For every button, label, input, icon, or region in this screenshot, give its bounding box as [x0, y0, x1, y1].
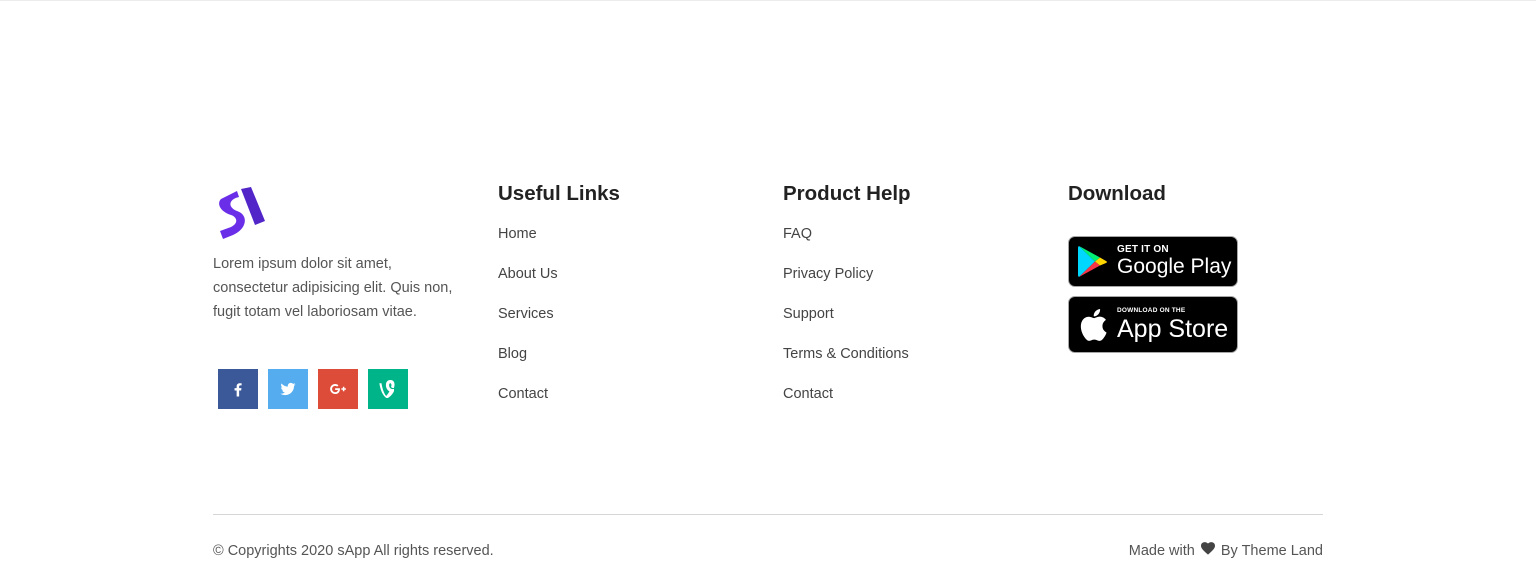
- link-contact[interactable]: Contact: [498, 384, 718, 424]
- product-help-title: Product Help: [783, 182, 911, 205]
- footer-divider: [213, 514, 1323, 515]
- google-play-button[interactable]: GET IT ON Google Play: [1068, 236, 1238, 287]
- product-help-list: FAQ Privacy Policy Support Terms & Condi…: [783, 224, 1003, 424]
- facebook-icon: [234, 383, 242, 397]
- useful-links-title: Useful Links: [498, 182, 620, 205]
- download-column: Download GET IT ON Google Play DOWNLOAD …: [1068, 180, 1238, 353]
- facebook-button[interactable]: [218, 369, 258, 409]
- apple-icon: [1069, 307, 1117, 343]
- social-links: [218, 369, 408, 409]
- vine-icon: [379, 380, 395, 398]
- about-text: Lorem ipsum dolor sit amet, consectetur …: [213, 256, 453, 320]
- heart-icon: [1200, 541, 1215, 561]
- made-with-credit: Made with By Theme Land: [1129, 541, 1323, 561]
- product-help-column: Product Help FAQ Privacy Policy Support …: [783, 180, 911, 402]
- made-with-suffix: By Theme Land: [1220, 543, 1323, 559]
- useful-links-list: Home About Us Services Blog Contact: [498, 224, 718, 424]
- brand-logo[interactable]: [211, 185, 267, 241]
- google-play-small-text: GET IT ON: [1117, 244, 1169, 255]
- useful-links-column: Useful Links Home About Us Services Blog…: [498, 180, 620, 402]
- twitter-icon: [280, 382, 296, 396]
- google-plus-icon: [330, 383, 346, 395]
- google-play-big-text: Google Play: [1117, 255, 1232, 278]
- app-store-big-text: App Store: [1117, 314, 1229, 343]
- link-services[interactable]: Services: [498, 304, 718, 344]
- link-faq[interactable]: FAQ: [783, 224, 1003, 264]
- link-blog[interactable]: Blog: [498, 344, 718, 384]
- app-store-small-text: DOWNLOAD ON THE: [1117, 306, 1186, 314]
- link-home[interactable]: Home: [498, 224, 718, 264]
- google-plus-button[interactable]: [318, 369, 358, 409]
- made-with-prefix: Made with: [1128, 543, 1195, 559]
- top-border: [0, 0, 1536, 1]
- link-terms-conditions[interactable]: Terms & Conditions: [783, 344, 1003, 384]
- google-play-icon: [1069, 245, 1117, 278]
- twitter-button[interactable]: [268, 369, 308, 409]
- link-support[interactable]: Support: [783, 304, 1003, 344]
- vine-button[interactable]: [368, 369, 408, 409]
- link-help-contact[interactable]: Contact: [783, 384, 1003, 424]
- app-store-button[interactable]: DOWNLOAD ON THE App Store: [1068, 296, 1238, 353]
- link-about-us[interactable]: About Us: [498, 264, 718, 304]
- download-title: Download: [1068, 182, 1166, 205]
- link-privacy-policy[interactable]: Privacy Policy: [783, 264, 1003, 304]
- copyright-text: © Copyrights 2020 sApp All rights reserv…: [213, 543, 494, 559]
